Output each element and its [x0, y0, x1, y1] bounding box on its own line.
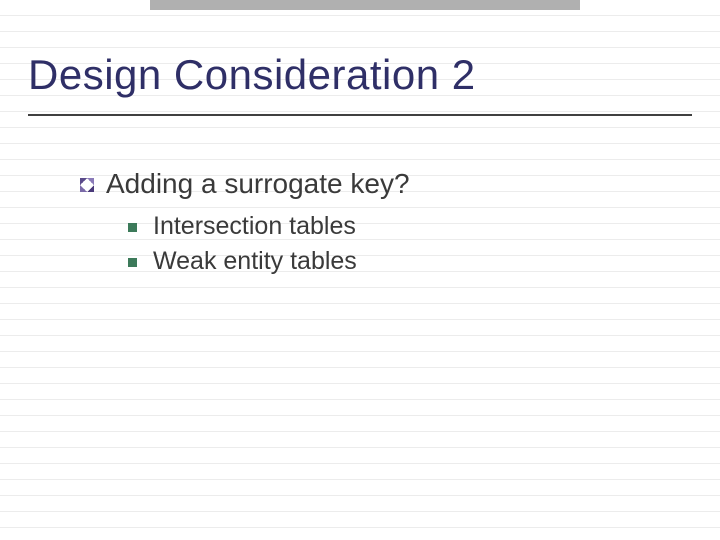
bullet-level2: Weak entity tables: [128, 247, 680, 276]
bullet-level2-group: Intersection tables Weak entity tables: [128, 212, 680, 276]
slide-body: Adding a surrogate key? Intersection tab…: [80, 168, 680, 282]
bullet-level1: Adding a surrogate key?: [80, 168, 680, 200]
bullet-level2-text: Intersection tables: [153, 212, 356, 241]
bullet-level2: Intersection tables: [128, 212, 680, 241]
bullet-level1-text: Adding a surrogate key?: [106, 168, 410, 200]
slide: Design Consideration 2 Adding a surrogat…: [0, 0, 720, 540]
diamond-bullet-icon: [80, 178, 94, 192]
slide-title: Design Consideration 2: [28, 52, 692, 116]
top-accent-bar: [150, 0, 580, 10]
square-bullet-icon: [128, 258, 137, 267]
bullet-level2-text: Weak entity tables: [153, 247, 357, 276]
square-bullet-icon: [128, 223, 137, 232]
